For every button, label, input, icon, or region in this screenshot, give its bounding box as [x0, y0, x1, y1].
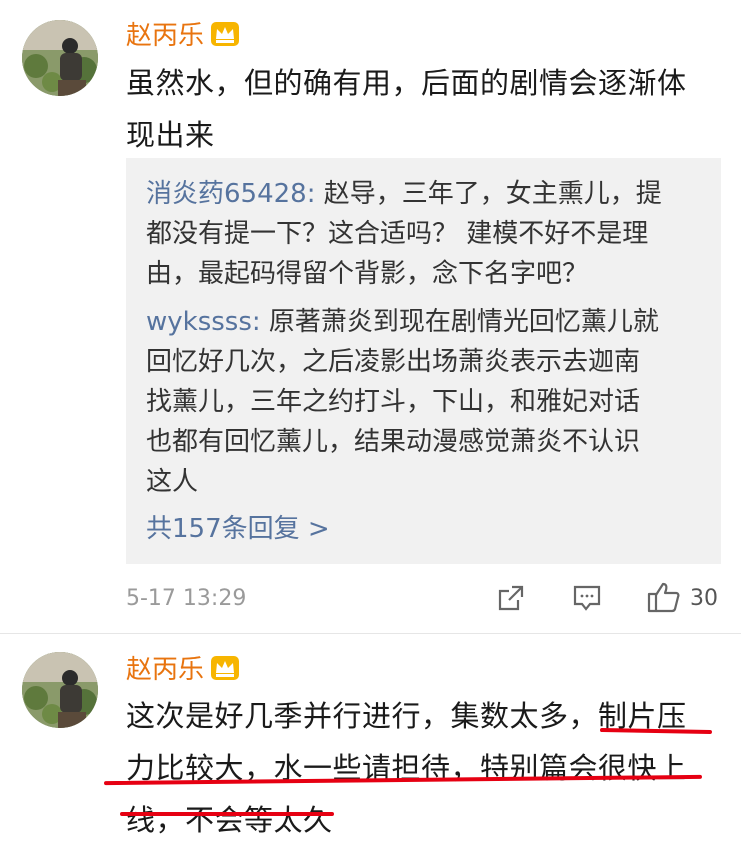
author-name[interactable]: 赵丙乐: [126, 20, 240, 55]
like-icon[interactable]: [647, 581, 681, 617]
reply-username[interactable]: wykssss: [146, 307, 252, 337]
crown-icon: [210, 21, 240, 55]
comment-item: 赵丙乐 虽然水，但的确有用，后面的剧情会逐渐体 现出来 消炎药65428: 赵导…: [0, 0, 741, 633]
avatar[interactable]: [22, 20, 98, 96]
reply-item[interactable]: wykssss: 原著萧炎到现在剧情光回忆薰儿就 回忆好几次，之后凌影出场萧炎表…: [146, 302, 706, 502]
author-name[interactable]: 赵丙乐: [126, 654, 240, 689]
comment-text: 这次是好几季并行进行，集数太多，制片压 力比较大，水一些请担待，特别篇会很快上 …: [126, 699, 687, 837]
reply-username[interactable]: 消炎药65428: [146, 179, 307, 209]
reply-box[interactable]: 消炎药65428: 赵导，三年了，女主熏儿，提 都没有提一下？这合适吗？ 建模不…: [126, 158, 721, 564]
highlight-underline: [120, 812, 334, 816]
comment-icon[interactable]: [572, 584, 602, 616]
comment-item: 赵丙乐 这次是好几季并行进行，集数太多，制片压 力比较大，水一些请担待，特别篇会…: [0, 634, 741, 837]
avatar[interactable]: [22, 652, 98, 728]
comment-text: 虽然水，但的确有用，后面的剧情会逐渐体 现出来: [126, 66, 687, 152]
reply-item[interactable]: 消炎药65428: 赵导，三年了，女主熏儿，提 都没有提一下？这合适吗？ 建模不…: [146, 174, 706, 294]
share-icon[interactable]: [497, 584, 525, 616]
crown-icon: [210, 655, 240, 689]
like-count: 30: [690, 586, 718, 611]
more-replies-link[interactable]: 共157条回复 >: [146, 508, 330, 545]
timestamp: 5-17 13:29: [126, 586, 247, 611]
